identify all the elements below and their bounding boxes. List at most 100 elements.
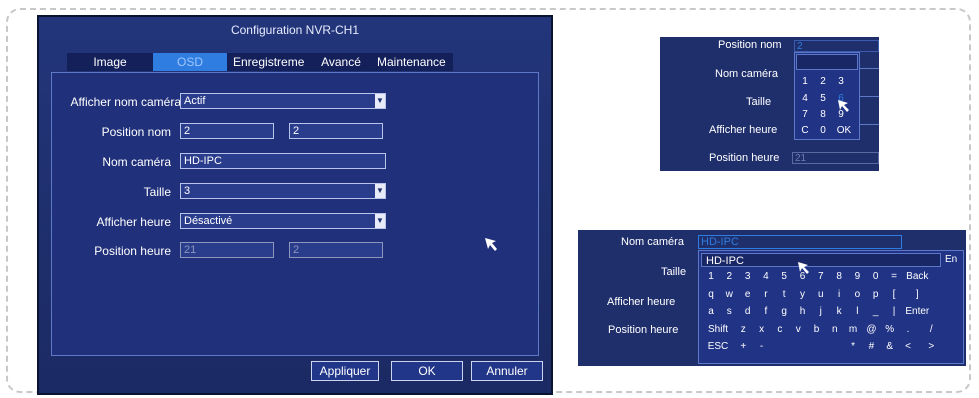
mouse-cursor-icon [838,100,849,112]
keyboard-key[interactable]: 2 [721,271,737,282]
time-position-y-input[interactable]: 2 [289,242,383,258]
tab-osd[interactable]: OSD [153,53,227,71]
keyboard-key[interactable]: m [845,324,861,335]
keyboard-key[interactable]: * [845,341,861,352]
keyboard-key[interactable]: 0 [868,271,884,282]
keyboard-key[interactable]: b [809,324,825,335]
keyboard-key[interactable]: 4 [758,271,774,282]
keyboard-key[interactable]: @ [863,324,879,335]
keyboard-inset: Nom caméra HD-IPC Taille Afficher heure … [578,230,966,366]
cancel-button[interactable]: Annuler [471,361,543,381]
ok-button[interactable]: OK [391,361,463,381]
keyboard-key[interactable]: 1 [703,271,719,282]
keyboard-key[interactable]: > [918,341,944,352]
keyboard-key[interactable]: t [776,289,792,300]
size-label: Taille [143,185,171,199]
window-title: Configuration NVR-CH1 [230,23,360,37]
keyboard-key[interactable]: & [882,341,898,352]
keyboard-key[interactable]: g [776,306,792,317]
time-position-label: Position heure [94,244,171,258]
keyboard-key[interactable]: ] [904,289,930,300]
inset-camera-input[interactable]: HD-IPC [698,235,902,249]
keyboard-key[interactable]: 8 [831,271,847,282]
keyboard-key[interactable]: x [754,324,770,335]
numpad-display [796,54,858,70]
keyboard-key[interactable]: 5 [776,271,792,282]
numpad-key[interactable]: OK [833,125,855,136]
keyboard-key[interactable]: u [813,289,829,300]
numpad-inset: Position nom 2 Nom caméra Taille Affiche… [660,37,879,171]
tab-advanced[interactable]: Avancé [311,53,371,71]
numpad-key[interactable]: 7 [797,109,813,120]
keyboard-key[interactable]: # [863,341,879,352]
keyboard-key[interactable]: p [868,289,884,300]
keyboard-key[interactable]: c [772,324,788,335]
keyboard-key[interactable]: / [918,324,944,335]
tab-image[interactable]: Image [67,53,153,71]
keyboard-key[interactable]: z [735,324,751,335]
keyboard-key[interactable]: d [740,306,756,317]
keyboard-key[interactable]: n [827,324,843,335]
keyboard-key[interactable]: _ [868,306,884,317]
keyboard-key[interactable]: v [790,324,806,335]
inset-camera-label: Nom caméra [715,68,778,80]
numpad-key[interactable]: 3 [833,76,849,87]
inset-position-input[interactable]: 2 [794,40,879,52]
keyboard-key[interactable]: + [735,341,751,352]
keyboard-key[interactable]: = [886,271,902,282]
camera-name-input[interactable]: HD-IPC [180,153,386,169]
name-position-x-input[interactable]: 2 [180,123,274,139]
keyboard-key[interactable]: e [740,289,756,300]
inset-size-label: Taille [661,266,687,278]
keyboard-key[interactable]: [ [886,289,902,300]
keyboard-key[interactable]: - [754,341,770,352]
keyboard-key[interactable]: w [721,289,737,300]
keyboard-key[interactable]: j [813,306,829,317]
keyboard-key[interactable]: h [795,306,811,317]
keyboard-key[interactable]: i [831,289,847,300]
numpad-key[interactable]: 0 [815,125,831,136]
keyboard-key[interactable]: r [758,289,774,300]
inset-time-position-input[interactable]: 21 [792,152,879,164]
keyboard-key[interactable]: 6 [795,271,811,282]
numpad-key[interactable]: 2 [815,76,831,87]
size-value: 3 [184,185,191,197]
keyboard-key[interactable]: o [849,289,865,300]
keyboard-key[interactable]: % [882,324,898,335]
keyboard-key[interactable]: l [849,306,865,317]
keyboard-key[interactable]: k [831,306,847,317]
keyboard-key[interactable]: s [721,306,737,317]
keyboard-key[interactable]: | [886,306,902,317]
keyboard-key[interactable]: . [900,324,916,335]
keyboard-key[interactable]: 3 [740,271,756,282]
keyboard-key[interactable]: 7 [813,271,829,282]
numpad-key[interactable]: 1 [797,76,813,87]
numpad-key[interactable]: C [797,125,813,136]
keyboard-key[interactable]: y [795,289,811,300]
keyboard-key[interactable]: a [703,306,719,317]
chevron-down-icon: ▼ [375,214,385,228]
keyboard-key[interactable]: q [703,289,719,300]
show-time-label: Afficher heure [96,215,172,229]
keyboard-key[interactable]: < [900,341,916,352]
inset-show-time-label: Afficher heure [607,296,676,308]
keyboard-key[interactable]: f [758,306,774,317]
keyboard-key[interactable]: Back [904,271,930,282]
keyboard-key[interactable]: 9 [849,271,865,282]
time-position-x-input[interactable]: 21 [180,242,274,258]
name-position-y-input[interactable]: 2 [289,123,383,139]
keyboard-input[interactable]: HD-IPC [701,253,941,267]
show-name-select[interactable]: Actif ▼ [180,93,386,109]
tab-maintenance[interactable]: Maintenance [371,53,453,71]
numpad-key[interactable]: 5 [815,93,831,104]
numpad-key[interactable]: 8 [815,109,831,120]
numpad-key[interactable]: 4 [797,93,813,104]
show-time-select[interactable]: Désactivé ▼ [180,213,386,229]
tab-recording[interactable]: Enregistreme [227,53,311,71]
keyboard-key[interactable]: ESC [703,341,733,352]
language-toggle[interactable]: En [945,254,957,265]
apply-button[interactable]: Appliquer [311,361,379,381]
keyboard-key[interactable]: Shift [703,324,733,335]
size-select[interactable]: 3 ▼ [180,183,386,199]
keyboard-key[interactable]: Enter [904,306,930,317]
